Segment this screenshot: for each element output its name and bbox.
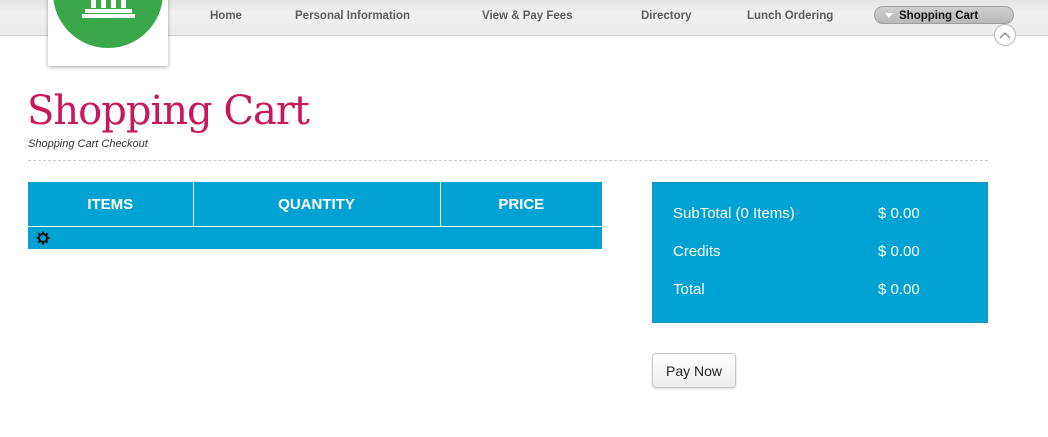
total-value: $ 0.00 [878,281,920,298]
total-label: Total [673,281,705,298]
school-logo[interactable] [48,0,168,66]
table-row [28,226,602,249]
order-summary-panel: SubTotal (0 Items) $ 0.00 Credits $ 0.00… [652,182,988,323]
credits-label: Credits [673,243,721,260]
pay-now-button[interactable]: Pay Now [652,353,736,388]
nav-shopping-cart-label: Shopping Cart [899,10,979,22]
nav-personal-information[interactable]: Personal Information [295,8,410,24]
page-subtitle: Shopping Cart Checkout [28,138,148,150]
collapse-header-button[interactable] [994,24,1016,46]
column-header-quantity: QUANTITY [192,182,441,227]
subtotal-value: $ 0.00 [878,205,920,222]
loading-row [28,226,602,249]
building-columns-icon [82,0,135,18]
subtotal-label: SubTotal (0 Items) [673,205,795,222]
nav-view-pay-fees[interactable]: View & Pay Fees [482,8,573,24]
nav-lunch-ordering[interactable]: Lunch Ordering [747,8,833,24]
chevron-up-icon [999,32,1011,39]
dashed-divider [28,160,988,161]
nav-shopping-cart[interactable]: Shopping Cart [874,6,1014,24]
column-header-items: ITEMS [28,182,194,227]
spinner-icon [36,231,50,245]
nav-directory[interactable]: Directory [641,8,692,24]
logo-badge [53,0,163,48]
cart-items-table: ITEMS QUANTITY PRICE [28,182,602,249]
page-title: Shopping Cart [27,88,310,134]
dropdown-triangle-icon [885,13,893,18]
credits-value: $ 0.00 [878,243,920,260]
nav-home[interactable]: Home [210,8,242,24]
table-header-row: ITEMS QUANTITY PRICE [28,182,602,227]
column-header-price: PRICE [439,182,602,227]
